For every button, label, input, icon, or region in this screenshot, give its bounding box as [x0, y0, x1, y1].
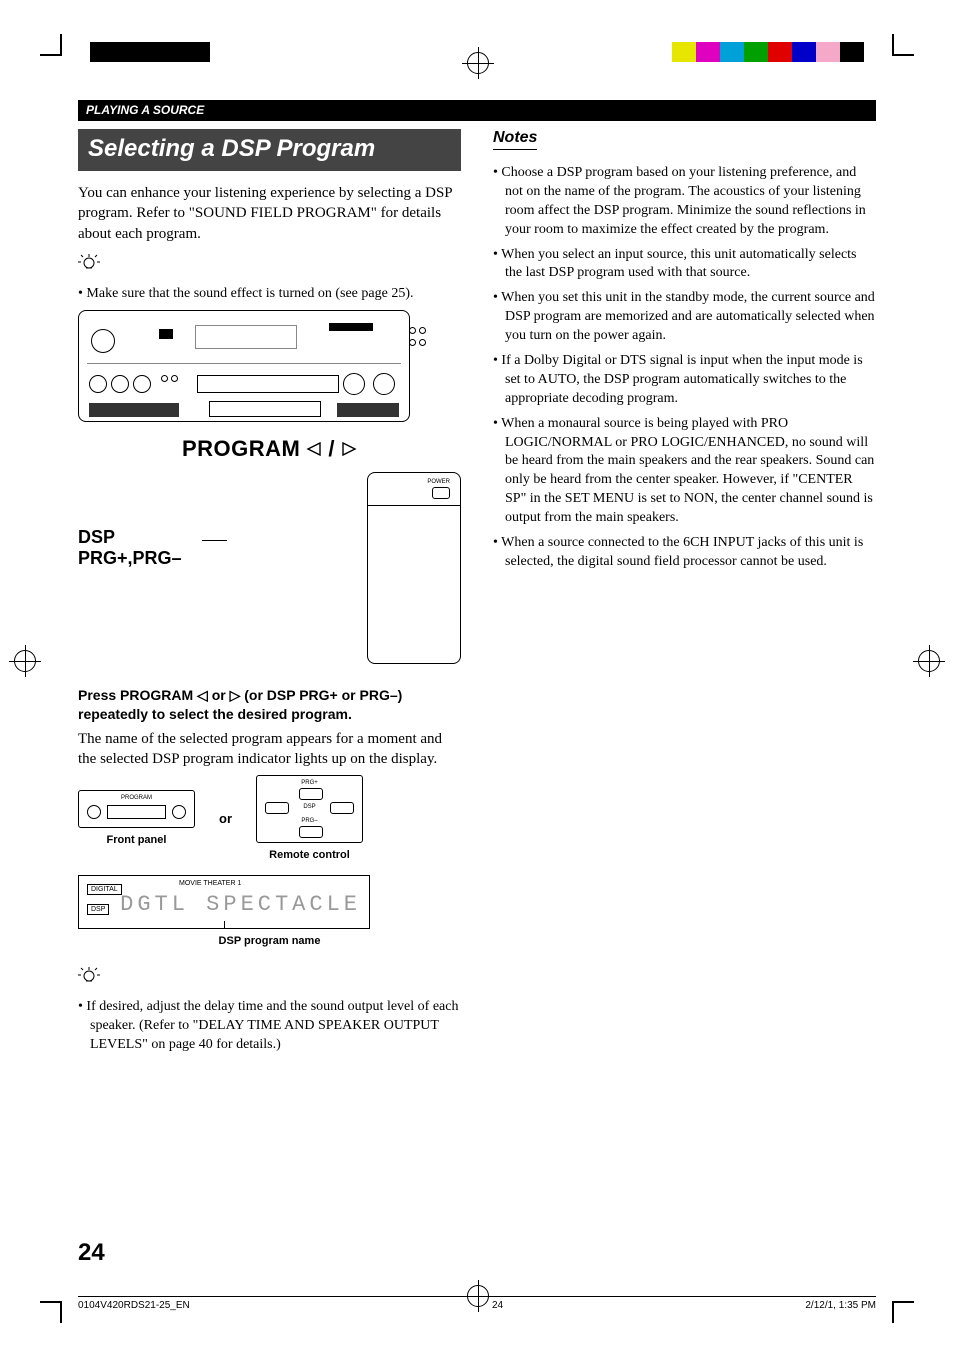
note-item: When a monaural source is being played w…	[493, 415, 876, 528]
crop-mark	[892, 34, 914, 56]
page-title: Selecting a DSP Program	[78, 129, 461, 171]
triangle-left-icon	[306, 436, 322, 462]
triangle-right-icon	[341, 436, 357, 462]
crop-mark	[40, 1301, 62, 1323]
tip-text: If desired, adjust the delay time and th…	[78, 998, 461, 1055]
notes-heading: Notes	[493, 129, 537, 150]
program-label: PROGRAM /	[78, 436, 461, 462]
print-footer: 0104V420RDS21-25_EN 24 2/12/1, 1:35 PM	[78, 1300, 876, 1311]
remote-snippet: PRG+ DSP PRG–	[256, 775, 363, 843]
registration-mark	[467, 52, 489, 74]
step-body: The name of the selected program appears…	[78, 729, 461, 770]
notes-list: Choose a DSP program based on your liste…	[493, 164, 876, 572]
note-item: When you select an input source, this un…	[493, 246, 876, 284]
receiver-illustration	[78, 310, 410, 422]
or-label: or	[219, 811, 232, 826]
hint-icon	[78, 967, 100, 983]
note-item: When you set this unit in the standby mo…	[493, 289, 876, 346]
footer-timestamp: 2/12/1, 1:35 PM	[805, 1300, 876, 1311]
front-panel-caption: Front panel	[78, 834, 195, 846]
note-item: When a source connected to the 6CH INPUT…	[493, 534, 876, 572]
callout-line	[202, 540, 227, 541]
remote-caption: Remote control	[256, 849, 363, 861]
note-item: Choose a DSP program based on your liste…	[493, 164, 876, 240]
registration-mark	[14, 650, 36, 672]
display-caption: DSP program name	[78, 935, 461, 947]
footer-page: 24	[492, 1300, 503, 1311]
color-bar	[672, 42, 864, 62]
dsp-prg-label: DSP PRG+,PRG–	[78, 527, 182, 570]
front-panel-snippet: PROGRAM	[78, 790, 195, 828]
registration-mark	[918, 650, 940, 672]
footer-filename: 0104V420RDS21-25_EN	[78, 1300, 190, 1311]
display-illustration: DIGITAL DSP MOVIE THEATER 1 DGTL SPECTAC…	[78, 875, 370, 929]
intro-text: You can enhance your listening experienc…	[78, 183, 461, 244]
remote-illustration: POWER	[367, 472, 461, 664]
hint-icon	[78, 254, 100, 270]
page-number: 24	[78, 1239, 105, 1267]
crop-mark	[40, 34, 62, 56]
step-heading: Press PROGRAM ◁ or ▷ (or DSP PRG+ or PRG…	[78, 686, 461, 725]
note-item: If a Dolby Digital or DTS signal is inpu…	[493, 352, 876, 409]
section-header: PLAYING A SOURCE	[78, 100, 876, 121]
color-bar	[90, 42, 210, 62]
precheck-text: Make sure that the sound effect is turne…	[78, 285, 461, 304]
crop-mark	[892, 1301, 914, 1323]
